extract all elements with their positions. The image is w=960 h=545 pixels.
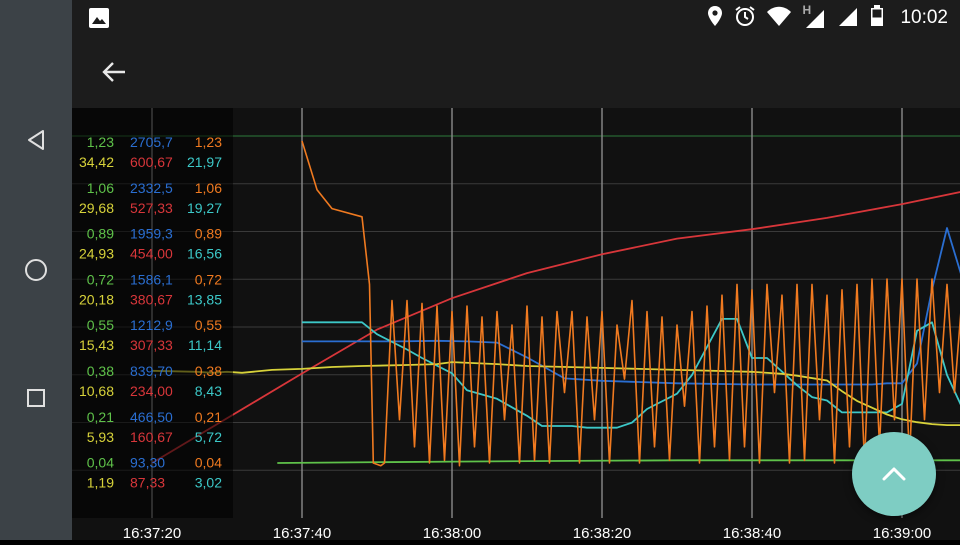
scale-label: 3,02 (195, 475, 222, 491)
scale-label: 0,04 (87, 455, 114, 471)
scale-label: 1586,1 (130, 271, 173, 287)
scale-label: 34,42 (79, 154, 114, 170)
battery-icon (870, 4, 884, 32)
scale-label: 380,67 (130, 291, 173, 307)
navigation-bar (0, 0, 72, 540)
scale-label: 0,72 (195, 271, 222, 287)
arrow-back-icon[interactable] (96, 56, 132, 88)
scale-label: 13,85 (187, 291, 222, 307)
scale-label: 1,06 (195, 180, 222, 196)
scale-label: 21,97 (187, 154, 222, 170)
scale-label: 160,67 (130, 429, 173, 445)
scale-label: 0,38 (87, 363, 114, 379)
scale-label: 10,68 (79, 383, 114, 399)
scale-label: 0,89 (87, 226, 114, 242)
scale-label: 466,50 (130, 409, 173, 425)
scale-label: 0,72 (87, 271, 114, 287)
alarm-icon (734, 5, 756, 32)
scale-label: 2332,5 (130, 180, 173, 196)
scale-label: 0,21 (87, 409, 114, 425)
scale-label: 1212,9 (130, 317, 173, 333)
scale-label: 11,14 (188, 337, 222, 353)
scale-label: 20,18 (79, 291, 114, 307)
status-bar: H 10:02 (72, 0, 960, 36)
image-icon (88, 7, 110, 34)
scale-label: 1,06 (87, 180, 114, 196)
scale-label: 1,19 (87, 475, 114, 491)
scale-label: 87,33 (130, 475, 165, 491)
back-triangle-icon[interactable] (16, 120, 56, 160)
chart-series (151, 140, 960, 467)
x-tick-label: 16:38:40 (723, 525, 781, 540)
scale-label: 19,27 (187, 200, 222, 216)
scale-label: 839,70 (130, 363, 173, 379)
clock: 10:02 (900, 7, 948, 28)
app-bar (72, 36, 960, 108)
scale-label: 2705,7 (130, 134, 173, 150)
scale-label: 15,43 (79, 337, 114, 353)
location-icon (706, 5, 724, 32)
scale-label: 0,21 (195, 409, 222, 425)
home-circle-icon[interactable] (16, 250, 56, 290)
scale-label: 24,93 (79, 246, 114, 262)
scale-label: 0,38 (195, 363, 222, 379)
scroll-top-button[interactable] (852, 432, 936, 516)
signal-icon (838, 5, 860, 32)
recents-square-icon[interactable] (16, 378, 56, 418)
series-line-orange (301, 140, 960, 467)
scale-label: 0,55 (87, 317, 114, 333)
scale-label: 8,43 (195, 383, 222, 399)
scale-label: 16,56 (187, 246, 222, 262)
signal-icon: H (802, 3, 828, 29)
line-chart[interactable]: 1,23 2705,7 1,23 34,42 600,67 21,97 1,06 2332,5… (72, 108, 960, 542)
scale-label: 5,72 (195, 429, 222, 445)
x-tick-label: 16:38:00 (423, 525, 481, 540)
scale-label: 1,23 (195, 134, 222, 150)
x-tick-label: 16:37:40 (273, 525, 331, 540)
x-tick-label: 16:38:20 (573, 525, 631, 540)
scale-label: 93,30 (130, 455, 165, 471)
scale-label: 0,89 (195, 226, 222, 242)
scale-label: 1,23 (87, 134, 114, 150)
chevron-up-icon (882, 467, 906, 481)
scale-label: 29,68 (79, 200, 114, 216)
scale-label: 5,93 (87, 429, 114, 445)
scale-label: 307,33 (130, 337, 173, 353)
x-axis-ticks: 16:37:20 16:37:40 16:38:00 16:38:20 16:38:40… (123, 525, 931, 542)
scale-label: 454,00 (130, 246, 173, 262)
x-tick-label: 16:39:00 (873, 525, 931, 540)
wifi-icon (766, 5, 792, 32)
scale-label: 0,04 (195, 455, 222, 471)
scale-label: 234,00 (130, 383, 173, 399)
scale-label: 0,55 (195, 317, 222, 333)
x-tick-label: 16:37:20 (123, 525, 181, 540)
chart-canvas: 1,23 2705,7 1,23 34,42 600,67 21,97 1,06 2332,5… (72, 108, 960, 542)
scale-label: 1959,3 (130, 226, 173, 242)
scale-label: 600,67 (130, 154, 173, 170)
scale-label: 527,33 (130, 200, 173, 216)
